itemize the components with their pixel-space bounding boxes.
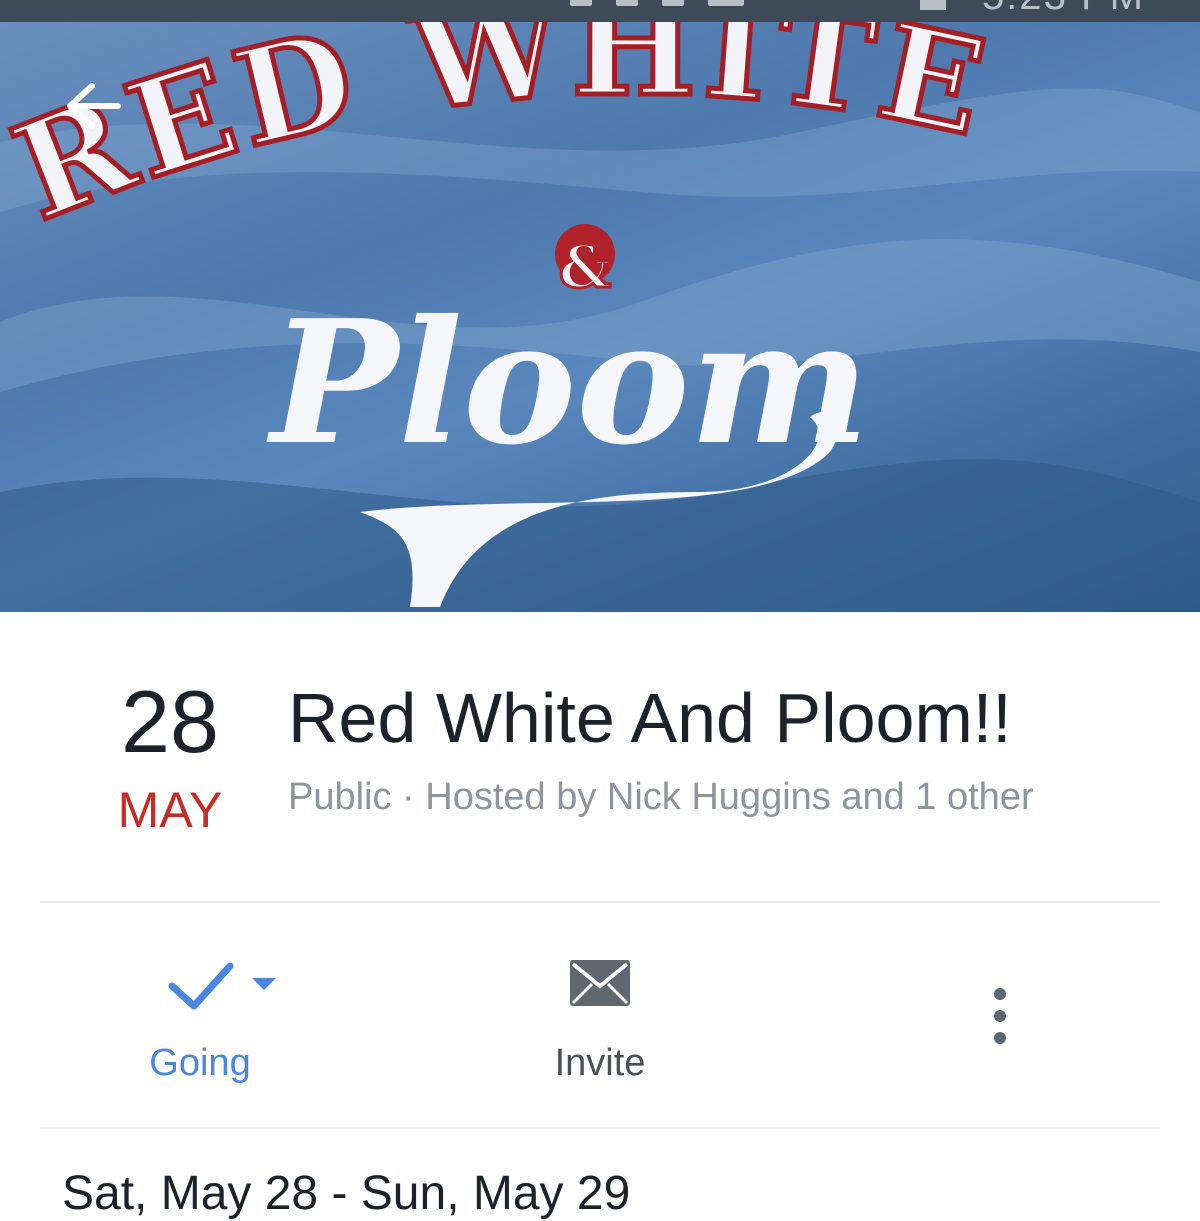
event-title: Red White And Ploom!! (288, 679, 1012, 757)
wifi-icon (662, 0, 684, 6)
notification-icon (570, 0, 592, 6)
status-icons (570, 0, 744, 6)
svg-text:RED WHITE: RED WHITE (0, 22, 1003, 251)
status-bar: 5:23 PM (0, 0, 1200, 22)
checkmark-icon (168, 962, 276, 1010)
network-icon (708, 0, 744, 6)
chevron-down-icon (252, 978, 276, 990)
event-host-info[interactable]: Public · Hosted by Nick Huggins and 1 ot… (288, 774, 1034, 820)
more-vertical-icon (994, 988, 1006, 1044)
event-date-day: 28 (121, 672, 219, 771)
event-date-block: 28 MAY (90, 672, 250, 840)
event-schedule[interactable]: Sat, May 28 - Sun, May 29 (62, 1166, 630, 1221)
divider (40, 901, 1160, 903)
status-time: 5:23 PM (982, 0, 1145, 19)
back-button[interactable] (58, 76, 128, 136)
cover-logo-script: Ploom (266, 283, 869, 483)
more-options-button[interactable] (960, 948, 1040, 1098)
battery-icon (920, 0, 946, 10)
going-label: Going (149, 1042, 251, 1084)
arrow-left-icon (67, 83, 121, 129)
cover-logo-graphic: RED WHITE & Ploom (0, 22, 1200, 612)
invite-button[interactable]: Invite (500, 948, 700, 1098)
going-button[interactable]: Going (120, 948, 280, 1098)
divider (40, 1127, 1160, 1129)
invite-label: Invite (554, 1042, 646, 1084)
signal-icon (616, 0, 638, 6)
event-date-month: MAY (117, 782, 223, 838)
cover-logo-banner: RED WHITE (0, 22, 999, 253)
envelope-icon (570, 960, 630, 1006)
cover-photo[interactable]: RED WHITE & Ploom (0, 22, 1200, 612)
